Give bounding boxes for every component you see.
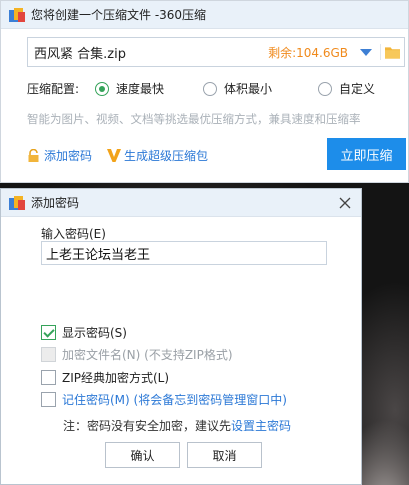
dropdown-arrow-icon[interactable] [356, 45, 376, 59]
remember-password-checkbox[interactable] [41, 392, 56, 407]
password-input-label: 输入密码(E) [41, 227, 106, 241]
compress-config-label: 压缩配置: [27, 82, 80, 96]
option-custom-label: 自定义 [339, 82, 376, 96]
close-icon[interactable] [337, 195, 353, 211]
radio-fastest[interactable] [95, 81, 109, 96]
remember-password-label: 记住密码(M) (将会备忘到密码管理窗口中) [62, 393, 287, 407]
encrypt-filenames-label: 加密文件名(N) (不支持ZIP格式) [62, 348, 233, 362]
option-smallest[interactable]: 体积最小 [203, 80, 318, 97]
password-input[interactable] [41, 241, 327, 265]
make-sfx-link[interactable]: 生成超级压缩包 [107, 147, 208, 164]
compress-config-row: 压缩配置: 速度最快 体积最小 自定义 [27, 80, 405, 97]
360zip-app-icon [9, 7, 25, 22]
v-badge-icon [107, 149, 121, 162]
file-path-field[interactable]: 西风紧 合集.zip 剩余:104.6GB [27, 37, 405, 67]
radio-custom[interactable] [318, 81, 332, 96]
show-password-checkbox[interactable] [41, 325, 56, 340]
dialog-titlebar[interactable]: 添加密码 [1, 189, 361, 217]
zip-classic-encryption-label: ZIP经典加密方式(L) [62, 371, 170, 385]
show-password-option[interactable]: 显示密码(S) [41, 324, 127, 341]
cancel-button[interactable]: 取消 [187, 442, 262, 468]
option-custom[interactable]: 自定义 [318, 80, 375, 97]
encrypt-filenames-checkbox [41, 347, 56, 362]
folder-icon[interactable] [380, 44, 400, 60]
remember-password-option[interactable]: 记住密码(M) (将会备忘到密码管理窗口中) [41, 391, 287, 408]
zip-classic-encryption-checkbox[interactable] [41, 370, 56, 385]
add-password-dialog: 添加密码 输入密码(E) 显示密码(S) 加密文件名(N) (不支持ZIP格式)… [0, 188, 362, 485]
confirm-button[interactable]: 确认 [105, 442, 180, 468]
compress-window: 您将创建一个压缩文件 -360压缩 西风紧 合集.zip 剩余:104.6GB … [0, 0, 409, 183]
lock-icon [28, 149, 39, 162]
security-note: 注：密码没有安全加密，建议先设置主密码 [63, 417, 291, 434]
360zip-app-icon [9, 195, 25, 210]
radio-smallest[interactable] [203, 81, 217, 96]
show-password-label: 显示密码(S) [62, 326, 127, 340]
add-password-link[interactable]: 添加密码 [27, 147, 92, 164]
file-name-text[interactable]: 西风紧 合集.zip [34, 43, 268, 62]
compress-window-titlebar[interactable]: 您将创建一个压缩文件 -360压缩 [1, 1, 408, 29]
security-note-text: 注：密码没有安全加密，建议先 [63, 419, 232, 433]
free-space-text: 剩余:104.6GB [268, 45, 348, 60]
option-fastest[interactable]: 速度最快 [95, 80, 203, 97]
zip-classic-encryption-option[interactable]: ZIP经典加密方式(L) [41, 369, 169, 386]
option-smallest-label: 体积最小 [224, 82, 273, 96]
dialog-title: 添加密码 [31, 196, 80, 210]
add-password-label: 添加密码 [44, 149, 93, 163]
encrypt-filenames-option: 加密文件名(N) (不支持ZIP格式) [41, 346, 233, 363]
compress-now-button[interactable]: 立即压缩 [327, 138, 406, 170]
set-master-password-link[interactable]: 设置主密码 [231, 419, 291, 433]
smart-compress-hint: 智能为图片、视频、文档等挑选最优压缩方式，兼具速度和压缩率 [27, 112, 361, 126]
option-fastest-label: 速度最快 [116, 82, 165, 96]
make-sfx-label: 生成超级压缩包 [124, 149, 209, 163]
compress-window-title: 您将创建一个压缩文件 -360压缩 [31, 8, 207, 22]
